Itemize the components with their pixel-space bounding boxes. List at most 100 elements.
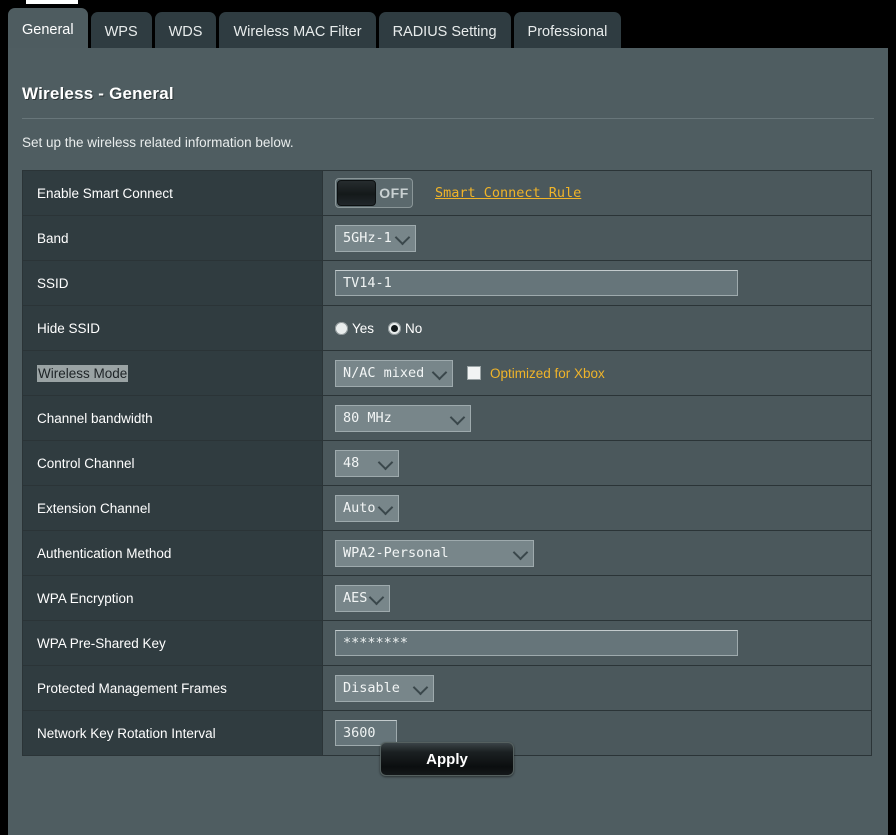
footer-actions: Apply <box>22 742 872 776</box>
table-row: SSID TV14-1 <box>23 261 871 306</box>
label-text: Hide SSID <box>37 320 101 336</box>
table-row: WPA Encryption AES <box>23 576 871 621</box>
optimized-for-xbox-checkbox[interactable] <box>467 366 481 380</box>
label-text: WPA Encryption <box>37 590 134 606</box>
label-wireless-mode: Wireless Mode <box>23 351 323 395</box>
network-key-rotation-interval-value: 3600 <box>343 725 376 741</box>
chevron-down-icon <box>377 499 394 516</box>
table-row: Extension Channel Auto <box>23 486 871 531</box>
apply-button[interactable]: Apply <box>380 742 514 776</box>
band-select[interactable]: 5GHz-1 <box>335 224 416 252</box>
tab-general[interactable]: General <box>8 8 88 52</box>
label-protected-management-frames: Protected Management Frames <box>23 666 323 710</box>
protected-management-frames-select[interactable]: Disable <box>335 674 434 702</box>
tab-wps[interactable]: WPS <box>90 12 152 52</box>
channel-bandwidth-select[interactable]: 80 MHz <box>335 404 471 432</box>
table-row: Authentication Method WPA2-Personal <box>23 531 871 576</box>
tab-general-label: General <box>22 22 74 38</box>
label-enable-smart-connect: Enable Smart Connect <box>23 171 323 215</box>
tab-radius-setting-label: RADIUS Setting <box>392 24 497 40</box>
page-title: Wireless - General <box>22 84 174 103</box>
hide-ssid-radio-no-label: No <box>405 320 423 336</box>
label-text: Channel bandwidth <box>37 410 153 426</box>
tab-list: General WPS WDS Wireless MAC Filter RADI… <box>8 8 624 52</box>
table-row: Hide SSID Yes No <box>23 306 871 351</box>
control-channel-select[interactable]: 48 <box>335 449 399 477</box>
table-row: Wireless Mode N/AC mixed Optimized for X… <box>23 351 871 396</box>
label-authentication-method: Authentication Method <box>23 531 323 575</box>
ssid-input[interactable]: TV14-1 <box>335 270 738 296</box>
table-row: Enable Smart Connect OFF Smart Connect R… <box>23 171 871 216</box>
tab-wps-label: WPS <box>104 24 138 40</box>
chevron-down-icon <box>377 454 394 471</box>
tab-professional-label: Professional <box>527 24 608 40</box>
value-hide-ssid: Yes No <box>323 306 871 350</box>
table-row: Protected Management Frames Disable <box>23 666 871 711</box>
label-text-selected: Wireless Mode <box>37 364 129 382</box>
chevron-down-icon <box>412 679 429 696</box>
value-protected-management-frames: Disable <box>323 666 871 710</box>
table-row: Channel bandwidth 80 MHz <box>23 396 871 441</box>
label-text: Authentication Method <box>37 545 172 561</box>
authentication-method-select[interactable]: WPA2-Personal <box>335 539 534 567</box>
tab-wireless-mac-filter[interactable]: Wireless MAC Filter <box>219 12 376 52</box>
hide-ssid-radio-no[interactable]: No <box>388 321 422 336</box>
wpa-pre-shared-key-value: ******** <box>343 635 409 651</box>
table-row: WPA Pre-Shared Key ******** <box>23 621 871 666</box>
hide-ssid-radio-group: Yes No <box>335 321 436 336</box>
wpa-pre-shared-key-input[interactable]: ******** <box>335 630 738 656</box>
extension-channel-select-value: Auto <box>343 500 376 516</box>
toggle-knob <box>337 180 376 206</box>
tab-wireless-mac-filter-label: Wireless MAC Filter <box>233 24 362 40</box>
radio-icon <box>335 321 348 335</box>
label-ssid: SSID <box>23 261 323 305</box>
label-channel-bandwidth: Channel bandwidth <box>23 396 323 440</box>
value-wpa-pre-shared-key: ******** <box>323 621 871 665</box>
tab-wds-label: WDS <box>168 24 203 40</box>
label-text: WPA Pre-Shared Key <box>37 635 166 651</box>
ssid-input-value: TV14-1 <box>343 275 392 291</box>
page-subtitle: Set up the wireless related information … <box>22 135 294 150</box>
wpa-encryption-select[interactable]: AES <box>335 584 390 612</box>
wireless-mode-select-value: N/AC mixed <box>343 365 425 381</box>
extension-channel-select[interactable]: Auto <box>335 494 399 522</box>
label-wpa-pre-shared-key: WPA Pre-Shared Key <box>23 621 323 665</box>
label-text: Extension Channel <box>37 500 151 516</box>
label-text: Protected Management Frames <box>37 680 227 696</box>
chevron-down-icon <box>431 364 448 381</box>
label-text: Control Channel <box>37 455 135 471</box>
hide-ssid-radio-yes-label: Yes <box>352 320 375 336</box>
settings-table: Enable Smart Connect OFF Smart Connect R… <box>22 170 872 756</box>
tab-professional[interactable]: Professional <box>513 12 622 52</box>
content-panel: Wireless - General Set up the wireless r… <box>8 48 888 835</box>
value-control-channel: 48 <box>323 441 871 485</box>
label-hide-ssid: Hide SSID <box>23 306 323 350</box>
wireless-mode-select[interactable]: N/AC mixed <box>335 359 453 387</box>
value-extension-channel: Auto <box>323 486 871 530</box>
tab-wds[interactable]: WDS <box>154 12 217 52</box>
label-text: SSID <box>37 275 69 291</box>
value-wpa-encryption: AES <box>323 576 871 620</box>
protected-management-frames-select-value: Disable <box>343 680 400 696</box>
value-authentication-method: WPA2-Personal <box>323 531 871 575</box>
wpa-encryption-select-value: AES <box>343 590 368 606</box>
tab-radius-setting[interactable]: RADIUS Setting <box>378 12 511 52</box>
optimized-for-xbox-label: Optimized for Xbox <box>490 365 605 381</box>
toggle-state-label: OFF <box>379 185 409 201</box>
table-row: Control Channel 48 <box>23 441 871 486</box>
router-admin-screen: General WPS WDS Wireless MAC Filter RADI… <box>0 0 896 835</box>
table-row: Band 5GHz-1 <box>23 216 871 261</box>
channel-bandwidth-select-value: 80 MHz <box>343 410 392 426</box>
smart-connect-rule-link[interactable]: Smart Connect Rule <box>435 185 581 201</box>
label-text: Band <box>37 230 69 246</box>
value-channel-bandwidth: 80 MHz <box>323 396 871 440</box>
smart-connect-toggle[interactable]: OFF <box>335 178 413 208</box>
hide-ssid-radio-yes[interactable]: Yes <box>335 321 374 336</box>
label-text: Network Key Rotation Interval <box>37 725 216 741</box>
label-text: Enable Smart Connect <box>37 185 173 201</box>
chevron-down-icon <box>368 589 385 606</box>
chevron-down-icon <box>449 409 466 426</box>
authentication-method-select-value: WPA2-Personal <box>343 545 449 561</box>
value-enable-smart-connect: OFF Smart Connect Rule <box>323 171 871 215</box>
label-band: Band <box>23 216 323 260</box>
